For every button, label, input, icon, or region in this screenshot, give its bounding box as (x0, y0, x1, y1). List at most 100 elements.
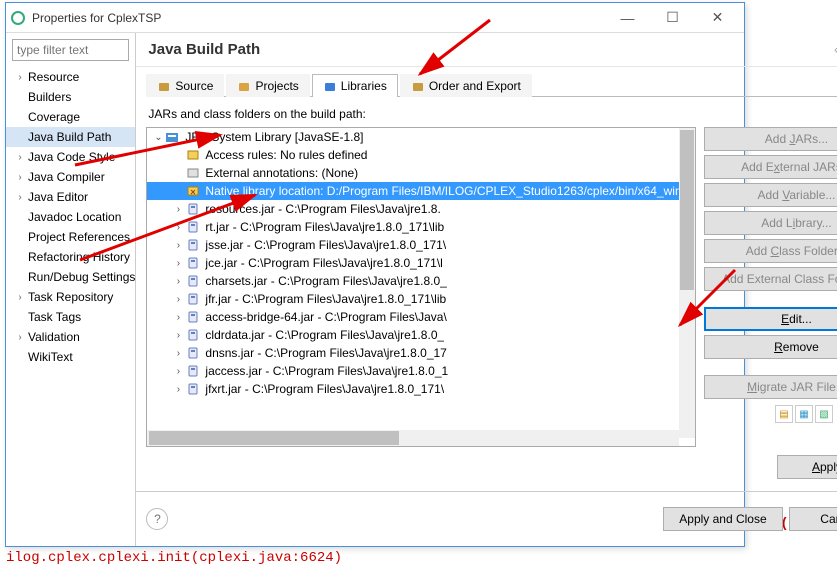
sidebar-item-wikitext[interactable]: WikiText (6, 347, 135, 367)
horizontal-scrollbar[interactable] (147, 430, 679, 446)
collapse-icon[interactable]: ⌄ (151, 132, 165, 143)
close-button[interactable]: ✕ (695, 4, 740, 32)
tree-node-jar[interactable]: › access-bridge-64.jar - C:\Program Files… (147, 308, 695, 326)
expander-icon[interactable]: › (171, 222, 185, 233)
jar-icon (185, 291, 201, 307)
sidebar-item-label: Project References (26, 230, 130, 244)
migrate-button[interactable]: Migrate JAR File... (704, 375, 837, 399)
sidebar-tree[interactable]: ›ResourceBuildersCoverageJava Build Path… (6, 67, 135, 546)
expander-icon[interactable]: › (171, 312, 185, 323)
expander-icon[interactable]: › (171, 276, 185, 287)
sidebar-item-task-repository[interactable]: ›Task Repository (6, 287, 135, 307)
jar-icon (185, 219, 201, 235)
expander-icon[interactable]: › (171, 204, 185, 215)
sidebar-item-label: Run/Debug Settings (26, 270, 135, 284)
expander-icon[interactable]: › (171, 258, 185, 269)
titlebar[interactable]: Properties for CplexTSP — ☐ ✕ (6, 3, 744, 33)
list-description: JARs and class folders on the build path… (146, 105, 837, 127)
library-tree[interactable]: ⌄JRE System Library [JavaSE-1.8] Access r… (146, 127, 696, 447)
expander-icon[interactable]: › (171, 384, 185, 395)
tree-node-jar[interactable]: ›dnsns.jar - C:\Program Files\Java\jre1.… (147, 344, 695, 362)
tree-node-rule[interactable]: Access rules: No rules defined (147, 146, 695, 164)
expander-icon[interactable]: › (171, 240, 185, 251)
tree-node-jar[interactable]: › jfr.jar - C:\Program Files\Java\jre1.8.… (147, 290, 695, 308)
filter-input[interactable] (12, 39, 129, 61)
sidebar-item-builders[interactable]: Builders (6, 87, 135, 107)
bg-code-fragment-2: ilog.cplex.cplexi.init(cplexi.java:6624) (6, 550, 342, 566)
sidebar-item-java-code-style[interactable]: ›Java Code Style (6, 147, 135, 167)
expander-icon[interactable]: › (171, 330, 185, 341)
window-title: Properties for CplexTSP (32, 11, 605, 25)
tree-node-jar[interactable]: › jaccess.jar - C:\Program Files\Java\jre… (147, 362, 695, 380)
jar-icon (185, 237, 201, 253)
sidebar-item-refactoring-history[interactable]: Refactoring History (6, 247, 135, 267)
sidebar-item-label: WikiText (26, 350, 73, 364)
tree-node-jar[interactable]: ›rt.jar - C:\Program Files\Java\jre1.8.0… (147, 218, 695, 236)
sidebar-item-label: Resource (26, 70, 79, 84)
apply-button[interactable]: Apply (777, 455, 837, 479)
sidebar-item-task-tags[interactable]: Task Tags (6, 307, 135, 327)
add-jars-button[interactable]: Add JARs... (704, 127, 837, 151)
sidebar-item-java-build-path[interactable]: Java Build Path (6, 127, 135, 147)
jre-system-library-node[interactable]: ⌄JRE System Library [JavaSE-1.8] (147, 128, 695, 146)
expander-icon[interactable]: › (171, 294, 185, 305)
tree-node-jar[interactable]: ›cldrdata.jar - C:\Program Files\Java\jr… (147, 326, 695, 344)
sidebar-item-project-references[interactable]: Project References (6, 227, 135, 247)
tree-node-jar[interactable]: ›charsets.jar - C:\Program Files\Java\jr… (147, 272, 695, 290)
node-label: jfr.jar - C:\Program Files\Java\jre1.8.0… (201, 292, 446, 306)
help-button[interactable]: ? (146, 508, 168, 530)
jar-icon (185, 327, 201, 343)
tree-node-jar[interactable]: › jce.jar - C:\Program Files\Java\jre1.8.… (147, 254, 695, 272)
node-label: Access rules: No rules defined (201, 148, 367, 162)
node-label: jce.jar - C:\Program Files\Java\jre1.8.0… (201, 256, 442, 270)
add-class-folder-button[interactable]: Add Class Folder... (704, 239, 837, 263)
rule-icon (185, 147, 201, 163)
tab-source[interactable]: Source (146, 74, 224, 97)
properties-window: Properties for CplexTSP — ☐ ✕ ›ResourceB… (5, 2, 745, 547)
expander-icon: › (14, 72, 26, 83)
app-icon (10, 10, 26, 26)
node-label: resources.jar - C:\Program Files\Java\jr… (201, 202, 440, 216)
order-icon (411, 79, 425, 93)
expander-icon[interactable]: › (171, 348, 185, 359)
tab-projects[interactable]: Projects (226, 74, 309, 97)
tree-node-jar[interactable]: › resources.jar - C:\Program Files\Java\j… (147, 200, 695, 218)
tree-node-native[interactable]: Native library location: D:/Program File… (147, 182, 695, 200)
tree-node-anno[interactable]: External annotations: (None) (147, 164, 695, 182)
sidebar-item-resource[interactable]: ›Resource (6, 67, 135, 87)
add-external-class-folder-button[interactable]: Add External Class Folder... (704, 267, 837, 291)
sidebar-item-label: Java Build Path (26, 130, 111, 144)
tab-order-and-export[interactable]: Order and Export (400, 74, 532, 97)
sidebar-item-coverage[interactable]: Coverage (6, 107, 135, 127)
sidebar-item-javadoc-location[interactable]: Javadoc Location (6, 207, 135, 227)
sidebar-item-java-compiler[interactable]: ›Java Compiler (6, 167, 135, 187)
libraries-icon (323, 79, 337, 93)
sidebar: ›ResourceBuildersCoverageJava Build Path… (6, 33, 136, 546)
maximize-button[interactable]: ☐ (650, 4, 695, 32)
minimize-button[interactable]: — (605, 4, 650, 32)
tree-node-jar[interactable]: › jsse.jar - C:\Program Files\Java\jre1.8… (147, 236, 695, 254)
jar-icon (185, 201, 201, 217)
tab-label: Libraries (341, 79, 387, 93)
tree-node-jar[interactable]: ›jfxrt.jar - C:\Program Files\Java\jre1.… (147, 380, 695, 398)
node-label: access-bridge-64.jar - C:\Program Files\… (201, 310, 446, 324)
add-library-button[interactable]: Add Library... (704, 211, 837, 235)
add-external-jars-button[interactable]: Add External JARs... (704, 155, 837, 179)
expander-icon[interactable]: › (171, 366, 185, 377)
apply-and-close-button[interactable]: Apply and Close (663, 507, 783, 531)
expander-icon: › (14, 192, 26, 203)
page-title: Java Build Path (148, 41, 834, 58)
sidebar-item-run-debug-settings[interactable]: Run/Debug Settings (6, 267, 135, 287)
edit-button[interactable]: Edit... (704, 307, 837, 331)
remove-button[interactable]: Remove (704, 335, 837, 359)
sidebar-item-validation[interactable]: ›Validation (6, 327, 135, 347)
sidebar-item-label: Builders (26, 90, 71, 104)
cancel-button[interactable]: Cancel (789, 507, 837, 531)
add-variable-button[interactable]: Add Variable... (704, 183, 837, 207)
tab-libraries[interactable]: Libraries (312, 74, 398, 97)
sidebar-item-label: Java Code Style (26, 150, 115, 164)
node-label: jaccess.jar - C:\Program Files\Java\jre1… (201, 364, 448, 378)
sidebar-item-java-editor[interactable]: ›Java Editor (6, 187, 135, 207)
vertical-scrollbar[interactable] (679, 128, 695, 438)
node-label: jsse.jar - C:\Program Files\Java\jre1.8.… (201, 238, 446, 252)
